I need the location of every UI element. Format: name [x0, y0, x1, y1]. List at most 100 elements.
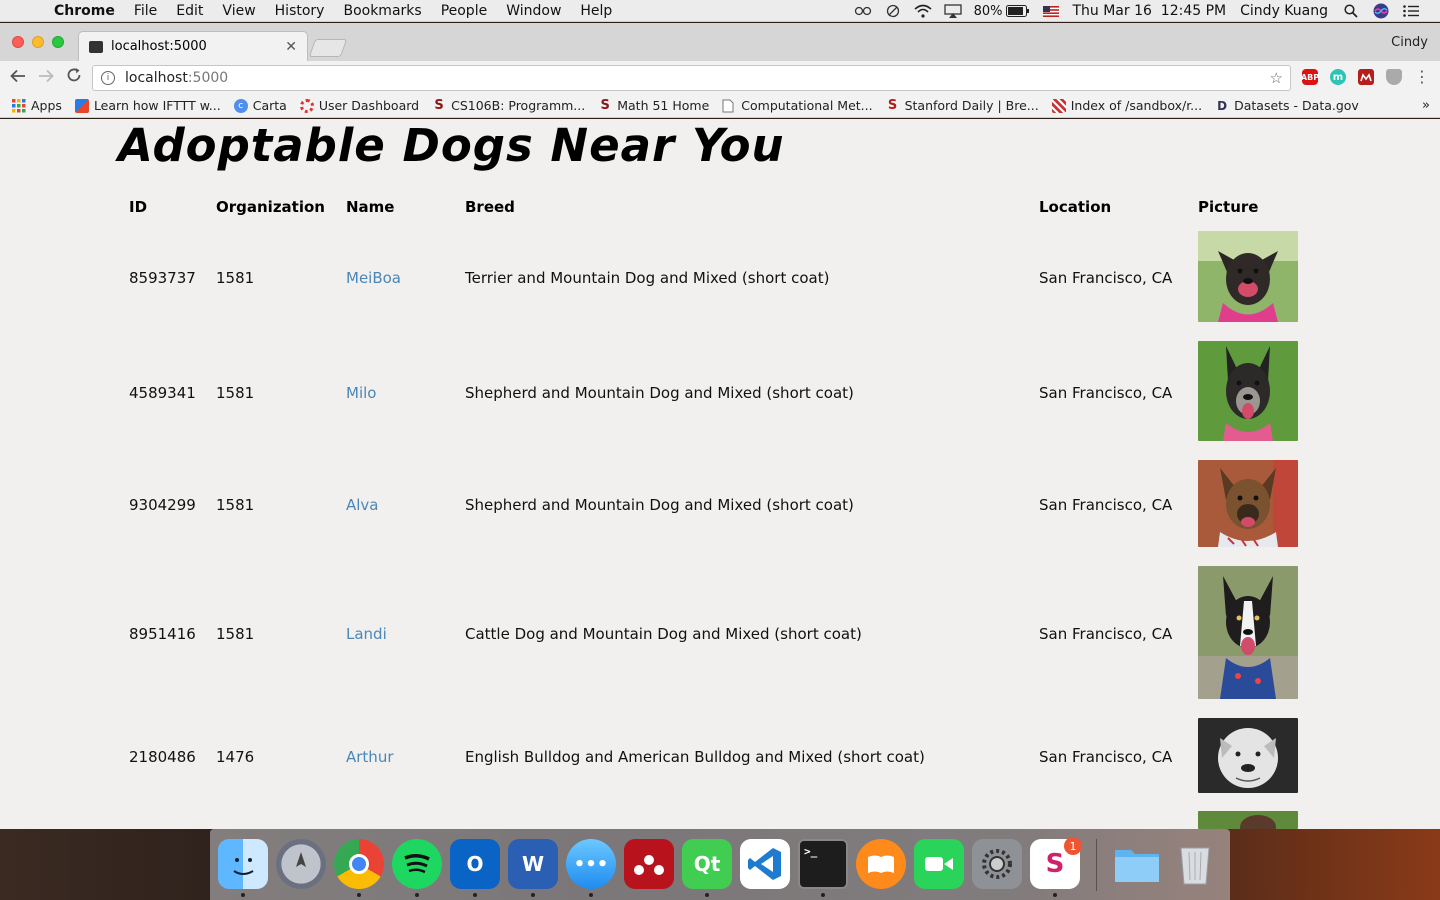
adblock-plus-icon[interactable]: ABP — [1301, 69, 1319, 85]
page-title: Adoptable Dogs Near You — [118, 119, 785, 172]
forward-icon[interactable] — [32, 68, 60, 88]
bookmark-math51[interactable]: S Math 51 Home — [598, 98, 710, 113]
word-icon[interactable]: W — [508, 839, 558, 889]
dog-organization: 1581 — [216, 384, 255, 402]
apps-grid-icon — [12, 98, 26, 113]
bookmark-user-dashboard[interactable]: User Dashboard — [299, 98, 420, 113]
qt-icon[interactable]: Qt — [682, 839, 732, 889]
bookmark-computational[interactable]: Computational Met... — [722, 98, 873, 113]
vscode-icon[interactable] — [740, 839, 790, 889]
mercury-extension-icon[interactable]: m — [1330, 69, 1346, 85]
spotify-icon[interactable] — [392, 839, 442, 889]
menu-bookmarks[interactable]: Bookmarks — [343, 3, 421, 19]
spotlight-search-icon[interactable] — [1342, 4, 1360, 18]
slack-badge: 1 — [1064, 837, 1082, 855]
folder-icon[interactable] — [1112, 839, 1162, 889]
glasses-icon[interactable] — [854, 4, 872, 18]
chrome-icon[interactable] — [334, 839, 384, 889]
dock: O W ••• Qt >_ S 1 — [210, 829, 1230, 900]
notification-center-icon[interactable] — [1402, 4, 1420, 18]
trash-icon[interactable] — [1170, 839, 1220, 889]
dog-name-link[interactable]: Milo — [346, 384, 376, 402]
dog-photo — [1198, 341, 1298, 441]
reload-icon[interactable] — [60, 67, 88, 88]
bookmarks-overflow-icon[interactable]: » — [1422, 98, 1430, 113]
siri-icon[interactable] — [1372, 3, 1390, 19]
bookmark-label: User Dashboard — [318, 98, 420, 113]
dog-id: 8593737 — [129, 269, 196, 287]
address-bar[interactable]: i localhost:5000 ☆ — [92, 65, 1291, 91]
dog-location: San Francisco, CA — [1039, 625, 1173, 643]
bookmark-label: CS106B: Programm... — [451, 98, 586, 113]
dog-name-link[interactable]: Landi — [346, 625, 387, 643]
bookmark-data-gov[interactable]: D Datasets - Data.gov — [1215, 98, 1359, 113]
menu-view[interactable]: View — [222, 3, 255, 19]
wifi-icon[interactable] — [914, 4, 932, 18]
url-port: :5000 — [187, 70, 229, 86]
profile-name[interactable]: Cindy — [1391, 35, 1428, 50]
airplay-icon[interactable] — [943, 4, 962, 18]
finder-icon[interactable] — [218, 839, 268, 889]
site-info-icon[interactable]: i — [101, 71, 115, 85]
system-preferences-icon[interactable] — [972, 839, 1022, 889]
close-window-button[interactable] — [12, 36, 24, 48]
column-header-organization: Organization — [216, 198, 325, 216]
dog-organization: 1581 — [216, 625, 255, 643]
terminal-icon[interactable]: >_ — [798, 839, 848, 889]
dog-name-link[interactable]: MeiBoa — [346, 269, 401, 287]
menu-edit[interactable]: Edit — [176, 3, 203, 19]
bookmark-star-icon[interactable]: ☆ — [1270, 69, 1283, 87]
facetime-icon[interactable] — [914, 839, 964, 889]
menu-history[interactable]: History — [275, 3, 325, 19]
menu-window[interactable]: Window — [506, 3, 561, 19]
dog-location: San Francisco, CA — [1039, 748, 1173, 766]
dog-organization: 1476 — [216, 748, 255, 766]
back-icon[interactable] — [4, 68, 32, 88]
shield-extension-icon[interactable] — [1386, 69, 1402, 85]
dock-running-indicator — [357, 893, 361, 897]
mendeley-extension-icon[interactable] — [1358, 69, 1374, 85]
close-tab-icon[interactable]: ✕ — [285, 39, 297, 55]
dog-organization: 1581 — [216, 496, 255, 514]
bookmark-sandbox-index[interactable]: Index of /sandbox/r... — [1051, 98, 1202, 113]
clock[interactable]: Thu Mar 16 12:45 PM — [1072, 3, 1226, 19]
menu-help[interactable]: Help — [580, 3, 612, 19]
bookmark-ifttt[interactable]: Learn how IFTTT w... — [74, 98, 221, 113]
column-header-breed: Breed — [465, 198, 515, 216]
outlook-icon[interactable]: O — [450, 839, 500, 889]
bookmark-label: Computational Met... — [741, 98, 873, 113]
bookmark-stanford-daily[interactable]: S Stanford Daily | Bre... — [886, 98, 1039, 113]
column-header-location: Location — [1039, 198, 1112, 216]
dog-breed: English Bulldog and American Bulldog and… — [465, 748, 925, 766]
zoom-window-button[interactable] — [52, 36, 64, 48]
minimize-window-button[interactable] — [32, 36, 44, 48]
dog-organization: 1581 — [216, 269, 255, 287]
dog-name-link[interactable]: Arthur — [346, 748, 394, 766]
dog-breed: Shepherd and Mountain Dog and Mixed (sho… — [465, 384, 854, 402]
us-flag-icon[interactable] — [1042, 4, 1060, 18]
menu-file[interactable]: File — [134, 3, 157, 19]
dock-running-indicator — [705, 893, 709, 897]
new-tab-button[interactable] — [308, 39, 348, 57]
bookmark-carta[interactable]: c Carta — [233, 98, 287, 113]
tab-localhost[interactable]: localhost:5000 ✕ — [78, 31, 308, 61]
do-not-disturb-icon[interactable] — [884, 4, 902, 18]
battery-icon[interactable] — [1006, 4, 1030, 18]
data-gov-icon: D — [1217, 98, 1228, 113]
user-name[interactable]: Cindy Kuang — [1240, 3, 1328, 19]
bookmark-cs106b[interactable]: S CS106B: Programm... — [432, 98, 585, 113]
launchpad-icon[interactable] — [276, 839, 326, 889]
mendeley-icon[interactable] — [624, 839, 674, 889]
dog-photo — [1198, 231, 1298, 322]
menu-people[interactable]: People — [441, 3, 488, 19]
dog-photo — [1198, 566, 1298, 699]
dog-breed: Cattle Dog and Mountain Dog and Mixed (s… — [465, 625, 862, 643]
messages-icon[interactable]: ••• — [566, 839, 616, 889]
ibooks-icon[interactable] — [856, 839, 906, 889]
dog-name-link[interactable]: Alva — [346, 496, 379, 514]
bookmark-apps[interactable]: Apps — [12, 98, 62, 113]
dog-photo — [1198, 718, 1298, 793]
dog-location: San Francisco, CA — [1039, 269, 1173, 287]
chrome-menu-icon[interactable]: ⋮ — [1414, 69, 1430, 85]
menu-app-name[interactable]: Chrome — [54, 3, 115, 19]
